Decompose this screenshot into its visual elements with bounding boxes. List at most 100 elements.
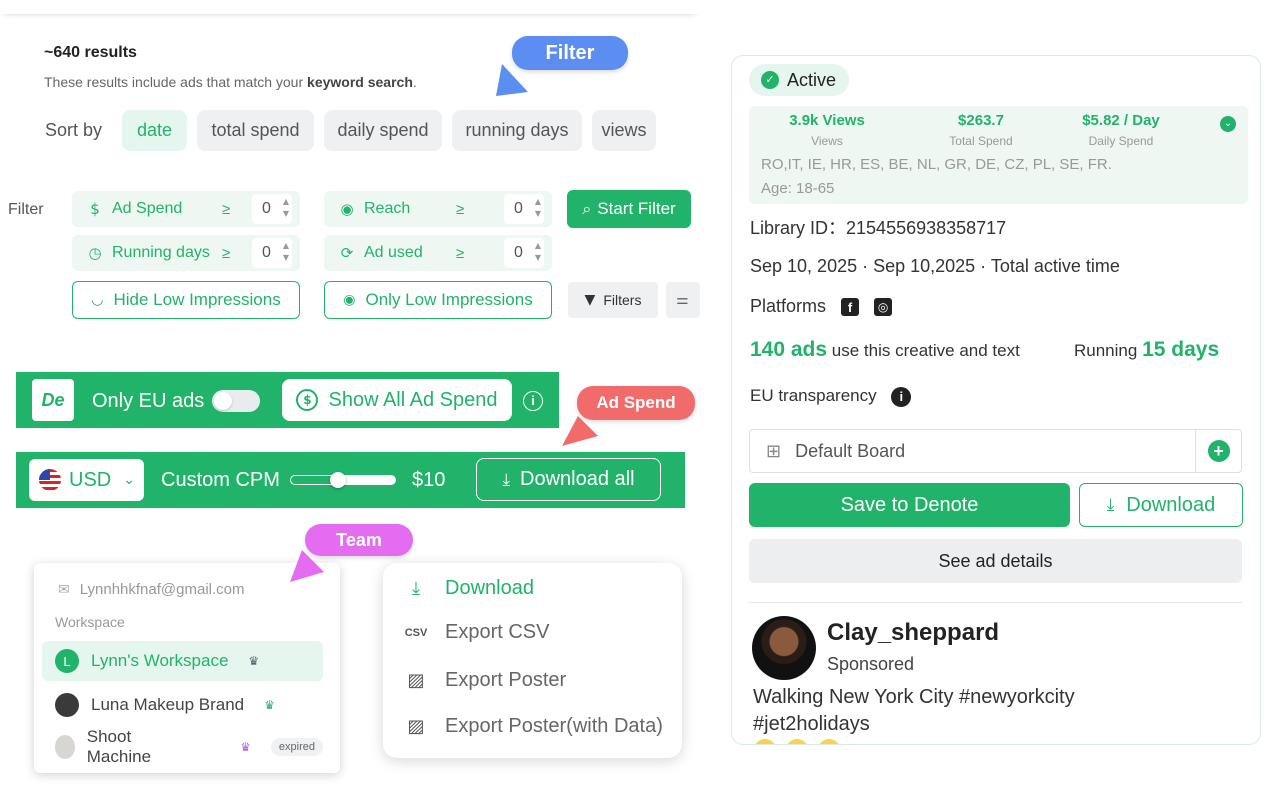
coin-icon: $ [296, 389, 319, 411]
add-board-button[interactable]: + [1195, 430, 1241, 472]
image-icon: ▨ [407, 670, 425, 691]
team-callout-pointer [290, 550, 324, 582]
sort-chip-views[interactable]: views [592, 110, 656, 151]
download-button[interactable]: ⤓ Download [1079, 483, 1243, 527]
reach-filter-label: Reach [364, 200, 411, 217]
workspace-name: Luna Makeup Brand [91, 695, 245, 714]
emoji-icon [754, 739, 776, 744]
save-to-denote-button[interactable]: Save to Denote [749, 483, 1070, 527]
eu-transparency-row: EU transparency i [750, 386, 912, 407]
stepper-icon[interactable]: ▲ ▼ [535, 240, 541, 264]
emoji-icon [786, 739, 808, 744]
views-value: 3.9k Views [789, 112, 865, 129]
ad-post-line: Walking New York City #newyorkcity [753, 686, 1075, 708]
export-csv-item[interactable]: CSV Export CSV [403, 621, 550, 644]
only-low-impressions-button[interactable]: ◉ Only Low Impressions [324, 281, 552, 319]
us-flag-icon [39, 469, 61, 491]
ad-card: ✓ Active 3.9k Views Views $263.7 Total S… [731, 55, 1261, 745]
clock-icon: ◷ [88, 244, 102, 262]
workspace-item[interactable]: Shoot Machine ♛ expired [42, 727, 323, 767]
platforms-label: Platforms [750, 296, 827, 316]
gte-symbol: ≥ [222, 244, 231, 262]
sponsored-label: Sponsored [827, 654, 915, 674]
image-icon: ▨ [407, 716, 425, 737]
running-days: 15 days [1142, 338, 1220, 361]
reach-input[interactable]: 0 ▲ ▼ [504, 194, 544, 224]
workspace-item[interactable]: L Lynn's Workspace ♛ [42, 641, 323, 681]
total-spend-label: Total Spend [949, 134, 1013, 148]
export-download-item[interactable]: ⤓ Download [403, 577, 534, 600]
currency-select[interactable]: USD ⌄ [29, 459, 144, 501]
sort-chip-running-days[interactable]: running days [452, 110, 582, 151]
settings-sliders-button[interactable]: ⚌ [666, 282, 700, 318]
funnel-icon: ▼ [584, 292, 596, 308]
platforms-row: Platforms f ◎ [750, 296, 893, 317]
sort-chip-total-spend[interactable]: total spend [197, 110, 314, 151]
export-menu: ⤓ Download CSV Export CSV ▨ Export Poste… [383, 563, 682, 758]
stepper-icon[interactable]: ▲ ▼ [283, 240, 289, 264]
ad-used-input[interactable]: 0 ▲ ▼ [504, 238, 544, 268]
only-eu-label: Only EU ads [92, 390, 205, 412]
info-icon[interactable]: i [891, 386, 912, 407]
grid-icon: ⊞ [766, 440, 782, 462]
ads-count-row: 140 ads use this creative and text [750, 338, 1020, 362]
app-logo: De [32, 379, 74, 421]
total-spend-value: $263.7 [958, 112, 1004, 129]
stepper-icon[interactable]: ▲ ▼ [535, 196, 541, 220]
filters-button[interactable]: ▼ Filters [568, 282, 658, 318]
toggle-knob [214, 392, 232, 410]
workspace-item[interactable]: Luna Makeup Brand ♛ [42, 685, 323, 725]
age-range: Age: 18-65 [761, 180, 835, 197]
dollar-icon: $ [90, 200, 100, 218]
start-filter-button[interactable]: ⌕ Start Filter [567, 190, 691, 228]
running-days-input[interactable]: 0 ▲ ▼ [252, 238, 292, 268]
ad-spend-filter: $ Ad Spend ≥ 0 ▲ ▼ [72, 191, 300, 227]
plus-icon: + [1207, 440, 1230, 462]
download-all-button[interactable]: ⤓ Download all [476, 458, 661, 501]
ads-count: 140 ads [750, 338, 828, 361]
hide-low-impressions-button[interactable]: ◡ Hide Low Impressions [72, 281, 300, 319]
download-icon: ⤓ [502, 469, 510, 490]
library-id: Library ID：2154556938358717 [750, 218, 1007, 238]
export-poster-data-item[interactable]: ▨ Export Poster(with Data) [403, 715, 662, 738]
only-eu-toggle[interactable] [212, 390, 260, 412]
expand-icon[interactable]: ⌄ [1220, 116, 1236, 132]
info-icon[interactable]: i [523, 391, 543, 411]
daily-spend-label: Daily Spend [1088, 134, 1154, 148]
status-badge: ✓ Active [749, 64, 849, 96]
stepper-icon[interactable]: ▲ ▼ [283, 196, 289, 220]
cpm-slider[interactable] [290, 472, 396, 488]
see-ad-details-button[interactable]: See ad details [749, 539, 1242, 583]
sort-chip-daily-spend[interactable]: daily spend [324, 110, 442, 151]
advertiser-name[interactable]: Clay_sheppard [827, 619, 999, 647]
show-all-ad-spend-button[interactable]: $ Show All Ad Spend [282, 379, 512, 421]
search-icon: ⌕ [582, 199, 592, 218]
sort-label: Sort by [45, 120, 103, 140]
workspace-menu: ✉ Lynnhhkfnaf@gmail.com Workspace L Lynn… [34, 563, 340, 773]
filters-label: Filters [603, 292, 642, 308]
export-poster-label: Export Poster [445, 669, 567, 691]
crown-icon: ♛ [248, 654, 260, 668]
account-email-text: Lynnhhkfnaf@gmail.com [79, 581, 245, 598]
avatar[interactable] [752, 616, 816, 680]
refresh-icon: ⟳ [340, 244, 354, 262]
ad-spend-input[interactable]: 0 ▲ ▼ [252, 194, 292, 224]
cpm-slider-handle[interactable] [329, 472, 346, 488]
results-subtitle: These results include ads that match you… [44, 74, 417, 90]
sort-chip-date[interactable]: date [122, 110, 187, 151]
date-range: Sep 10, 2025 · Sep 10,2025 · Total activ… [750, 256, 1120, 276]
workspace-avatar [55, 693, 79, 717]
sliders-icon: ⚌ [676, 292, 689, 308]
only-low-impressions-label: Only Low Impressions [365, 290, 533, 309]
top-divider [0, 0, 700, 14]
status-text: Active [787, 69, 837, 90]
cpm-value: $10 [412, 469, 446, 491]
check-icon: ✓ [761, 71, 779, 89]
chevron-down-icon: ⌄ [123, 472, 135, 488]
board-select[interactable]: ⊞ Default Board + [749, 429, 1242, 473]
gte-symbol: ≥ [222, 200, 231, 218]
csv-file-icon: CSV [404, 626, 428, 639]
eye-icon: ◉ [343, 292, 356, 308]
board-name: Default Board [795, 440, 906, 461]
export-poster-item[interactable]: ▨ Export Poster [403, 669, 566, 692]
